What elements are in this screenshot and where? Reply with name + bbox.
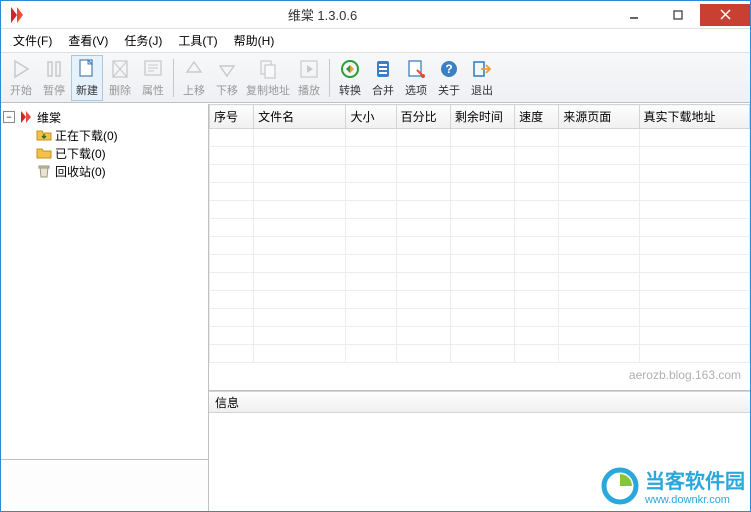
toolbar-copyaddr[interactable]: 复制地址 (244, 55, 292, 101)
delete-icon (109, 58, 131, 80)
toolbar-separator (329, 59, 330, 97)
tree-downloading[interactable]: 正在下载(0) (3, 126, 206, 144)
arrow-up-icon (183, 58, 205, 80)
toolbar-merge[interactable]: 合并 (367, 55, 399, 101)
sidebar-bottom-panel (1, 459, 208, 511)
menubar: 文件(F) 查看(V) 任务(J) 工具(T) 帮助(H) (1, 29, 750, 53)
folder-icon (36, 145, 52, 161)
app-icon (18, 109, 34, 125)
help-icon: ? (438, 58, 460, 80)
col-speed[interactable]: 速度 (515, 105, 559, 129)
toolbar-start[interactable]: 开始 (5, 55, 37, 101)
titlebar: 维棠 1.3.0.6 (1, 1, 750, 29)
table-row[interactable] (210, 291, 750, 309)
minimize-button[interactable] (612, 4, 656, 26)
toolbar: 开始 暂停 新建 删除 属性 上移 下移 复制地址 (1, 53, 750, 103)
table-row[interactable] (210, 165, 750, 183)
options-icon (405, 58, 427, 80)
toolbar-delete[interactable]: 删除 (104, 55, 136, 101)
menu-file[interactable]: 文件(F) (5, 29, 60, 52)
arrow-down-icon (216, 58, 238, 80)
table-row[interactable] (210, 237, 750, 255)
window-title: 维棠 1.3.0.6 (33, 5, 612, 24)
table-row[interactable] (210, 345, 750, 363)
app-window: 维棠 1.3.0.6 文件(F) 查看(V) 任务(J) 工具(T) 帮助(H)… (0, 0, 751, 512)
toolbar-play[interactable]: 播放 (293, 55, 325, 101)
maximize-button[interactable] (656, 4, 700, 26)
toolbar-properties[interactable]: 属性 (137, 55, 169, 101)
copy-icon (257, 58, 279, 80)
table-row[interactable] (210, 129, 750, 147)
tree-root[interactable]: − 维棠 (3, 108, 206, 126)
toolbar-separator (173, 59, 174, 97)
table-row[interactable] (210, 309, 750, 327)
close-button[interactable] (700, 4, 750, 26)
tree-recycle[interactable]: 回收站(0) (3, 162, 206, 180)
toolbar-new[interactable]: 新建 (71, 55, 103, 101)
col-size[interactable]: 大小 (346, 105, 396, 129)
table-row[interactable] (210, 201, 750, 219)
info-panel: 信息 (209, 391, 750, 511)
main-area: 序号 文件名 大小 百分比 剩余时间 速度 来源页面 真实下载地址 (209, 104, 750, 511)
col-source[interactable]: 来源页面 (559, 105, 639, 129)
sidebar: − 维棠 正在下载(0) 已下载(0) 回收站(0) (1, 104, 209, 511)
menu-help[interactable]: 帮助(H) (226, 29, 283, 52)
table-row[interactable] (210, 255, 750, 273)
svg-text:?: ? (445, 62, 452, 76)
col-remaining[interactable]: 剩余时间 (450, 105, 514, 129)
window-controls (612, 4, 750, 26)
table-row[interactable] (210, 147, 750, 165)
toolbar-moveup[interactable]: 上移 (178, 55, 210, 101)
properties-icon (142, 58, 164, 80)
new-file-icon (76, 58, 98, 80)
collapse-icon[interactable]: − (3, 111, 15, 123)
toolbar-convert[interactable]: 转换 (334, 55, 366, 101)
table-row[interactable] (210, 273, 750, 291)
merge-icon (372, 58, 394, 80)
col-percent[interactable]: 百分比 (396, 105, 450, 129)
table-row[interactable] (210, 327, 750, 345)
table-row[interactable] (210, 183, 750, 201)
toolbar-movedown[interactable]: 下移 (211, 55, 243, 101)
exit-icon (471, 58, 493, 80)
body-area: − 维棠 正在下载(0) 已下载(0) 回收站(0) (1, 103, 750, 511)
col-filename[interactable]: 文件名 (254, 105, 346, 129)
folder-download-icon (36, 127, 52, 143)
app-icon (7, 5, 27, 25)
toolbar-exit[interactable]: 退出 (466, 55, 498, 101)
table-header-row: 序号 文件名 大小 百分比 剩余时间 速度 来源页面 真实下载地址 (210, 105, 750, 129)
menu-tool[interactable]: 工具(T) (170, 29, 225, 52)
trash-icon (36, 163, 52, 179)
play-icon (298, 58, 320, 80)
menu-task[interactable]: 任务(J) (116, 29, 170, 52)
toolbar-about[interactable]: ? 关于 (433, 55, 465, 101)
tree-downloaded[interactable]: 已下载(0) (3, 144, 206, 162)
task-table[interactable]: 序号 文件名 大小 百分比 剩余时间 速度 来源页面 真实下载地址 (209, 104, 750, 391)
col-index[interactable]: 序号 (210, 105, 254, 129)
info-header: 信息 (209, 391, 750, 413)
table-row[interactable] (210, 219, 750, 237)
toolbar-options[interactable]: 选项 (400, 55, 432, 101)
menu-view[interactable]: 查看(V) (60, 29, 116, 52)
col-realurl[interactable]: 真实下载地址 (639, 105, 749, 129)
convert-icon (339, 58, 361, 80)
toolbar-pause[interactable]: 暂停 (38, 55, 70, 101)
info-body (209, 413, 750, 511)
tree: − 维棠 正在下载(0) 已下载(0) 回收站(0) (1, 104, 208, 459)
pause-icon (43, 58, 65, 80)
play-arrow-icon (10, 58, 32, 80)
